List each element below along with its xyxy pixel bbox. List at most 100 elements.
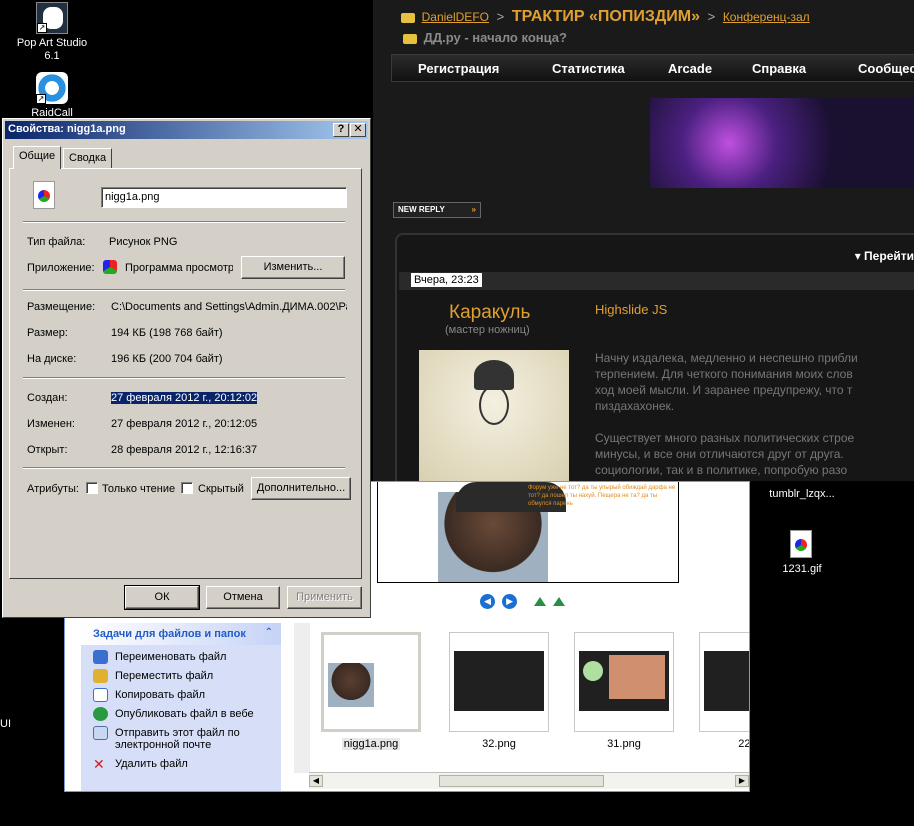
horizontal-scrollbar[interactable]: ◀ ▶ (309, 772, 749, 789)
scroll-thumb[interactable] (439, 775, 604, 787)
collapse-chevron-icon[interactable]: ⌃ (265, 627, 273, 638)
post-line: социологии, так и в политике, попробую р… (595, 463, 848, 477)
task-label: Переместить файл (115, 670, 214, 682)
task-label: Отправить этот файл по электронной почте (115, 727, 240, 751)
rename-icon (93, 650, 108, 664)
tab-general[interactable]: Общие (13, 146, 62, 169)
tab-summary[interactable]: Сводка (63, 148, 113, 168)
goto-dropdown[interactable]: ▾ Перейти (855, 249, 914, 263)
nav-help[interactable]: Справка (752, 61, 806, 76)
size-value: 194 КБ (198 768 байт) (111, 327, 223, 339)
dialog-titlebar[interactable]: Свойства: nigg1a.png (5, 121, 368, 139)
breadcrumb-separator: > (707, 9, 716, 24)
thumbnail-item[interactable]: nigg1a.png (321, 632, 421, 750)
png-file-icon (33, 181, 55, 209)
ok-button[interactable]: ОК (124, 585, 200, 610)
folder-icon (403, 33, 417, 44)
post-title: Highslide JS (595, 302, 668, 317)
apply-button[interactable]: Применить (287, 586, 362, 609)
breadcrumb-section-link[interactable]: Конференц-зал (723, 10, 810, 24)
cancel-button[interactable]: Отмена (206, 586, 280, 609)
shortcut-arrow-icon: ↗ (37, 23, 47, 33)
hidden-label[interactable]: Скрытый (198, 483, 244, 495)
readonly-label[interactable]: Только чтение (102, 483, 175, 495)
thumbnail-caption: nigg1a.png (321, 738, 421, 750)
preview-caption: Форум уже не тот? да ты упырый обиждай д… (528, 485, 676, 507)
author-avatar (419, 350, 569, 481)
raidcall-icon: ↗ (36, 72, 68, 104)
thumbnail-name: nigg1a.png (341, 738, 401, 750)
new-reply-button[interactable]: NEW REPLY » (393, 202, 481, 218)
task-move[interactable]: Переместить файл (93, 669, 281, 683)
topic-title: ДД.ру - начало конца? (403, 30, 567, 45)
advanced-button[interactable]: Дополнительно... (251, 477, 351, 500)
post-line: ход моей мысли. И заранее предупрежу, чт… (595, 383, 853, 397)
scroll-right-icon[interactable]: ▶ (735, 775, 749, 787)
post-author[interactable]: Каракуль (449, 302, 530, 324)
nav-statistics[interactable]: Статистика (552, 61, 625, 76)
task-label: Переименовать файл (115, 651, 227, 663)
image-preview: Форум уже не тот? да ты упырый обиждай д… (377, 482, 679, 583)
task-publish[interactable]: Опубликовать файл в вебе (93, 707, 281, 721)
hidden-checkbox[interactable] (181, 482, 193, 494)
desktop-icon-label: Pop Art Studio 6.1 (16, 37, 88, 62)
post-line: минусы, и все они отличаются друг от дру… (595, 447, 844, 461)
readonly-checkbox[interactable] (86, 482, 98, 494)
created-value[interactable]: 27 февраля 2012 г., 20:12:02 (111, 392, 258, 404)
breadcrumb-board-link[interactable]: ТРАКТИР «ПОПИЗДИМ» (512, 8, 700, 25)
forum-banner-image (650, 98, 914, 188)
disk-size-label: На диске: (27, 353, 77, 365)
post-line: Начну издалека, медленно и неспешно приб… (595, 351, 858, 365)
shortcut-arrow-icon: ↗ (36, 94, 46, 104)
desktop-icon-pop-art-studio[interactable]: ↗ Pop Art Studio 6.1 (12, 2, 92, 63)
desktop-icon-label: 1231.gif (782, 563, 822, 575)
zoom-in-icon[interactable] (534, 597, 547, 606)
task-rename[interactable]: Переименовать файл (93, 650, 281, 664)
pop-art-studio-icon: ↗ (36, 2, 68, 34)
nav-arcade[interactable]: Arcade (668, 61, 712, 76)
thumbnail-image (574, 632, 674, 732)
post-date: Вчера, 23:23 (411, 273, 482, 287)
task-email[interactable]: Отправить этот файл по электронной почте (93, 726, 243, 751)
task-delete[interactable]: ✕ Удалить файл (93, 757, 281, 771)
next-image-icon[interactable]: ▶ (502, 594, 518, 609)
previous-image-icon[interactable]: ◀ (480, 594, 495, 609)
breadcrumb-separator: > (496, 9, 505, 24)
filename-input[interactable]: nigg1a.png (101, 187, 347, 208)
type-label: Тип файла: (27, 236, 86, 248)
double-arrow-icon: » (471, 205, 476, 214)
nav-register[interactable]: Регистрация (418, 61, 499, 76)
task-label: Опубликовать файл в вебе (115, 708, 254, 720)
task-copy[interactable]: Копировать файл (93, 688, 281, 702)
help-button[interactable]: ? (333, 123, 349, 137)
thumbnail-caption: 31.png (607, 738, 641, 750)
desktop-icon-tumblr[interactable]: tumblr_lzqx... (762, 488, 842, 501)
thumbnail-item[interactable]: 31.png (574, 632, 674, 750)
scroll-left-icon[interactable]: ◀ (309, 775, 323, 787)
desktop-icon-raidcall[interactable]: ↗ RaidCall (12, 72, 92, 120)
thumbnail-image (321, 632, 421, 732)
file-tasks-panel: Задачи для файлов и папок ⌃ Переименоват… (81, 623, 281, 791)
post-line (595, 414, 914, 430)
zoom-out-icon[interactable] (553, 597, 566, 606)
tasks-scrollbar[interactable] (294, 623, 310, 773)
desktop-icon-gif[interactable]: 1231.gif (762, 530, 842, 576)
task-label: Копировать файл (115, 689, 206, 701)
properties-dialog: Свойства: nigg1a.png ? ✕ Общие Сводка ni… (2, 118, 371, 618)
email-icon (93, 726, 108, 740)
copy-icon (93, 688, 108, 702)
thumbnail-caption: 32.png (482, 738, 516, 750)
thumbnail-image (449, 632, 549, 732)
app-value: Программа просмотр (125, 262, 233, 274)
thumbnail-item[interactable]: 32.png (449, 632, 549, 750)
thumbnail-item[interactable]: 22.p (699, 632, 749, 750)
app-label: Приложение: (27, 262, 95, 274)
attributes-label: Атрибуты: (27, 483, 79, 495)
file-tasks-header[interactable]: Задачи для файлов и папок ⌃ (81, 623, 281, 645)
close-button[interactable]: ✕ (350, 123, 366, 137)
change-button[interactable]: Изменить... (241, 256, 345, 279)
nav-messages[interactable]: Сообщес (858, 61, 914, 76)
dialog-title: Свойства: nigg1a.png (8, 123, 126, 135)
breadcrumb-user-link[interactable]: DanielDEFO (422, 10, 489, 24)
post-author-rank: (мастер ножниц) (445, 324, 530, 336)
